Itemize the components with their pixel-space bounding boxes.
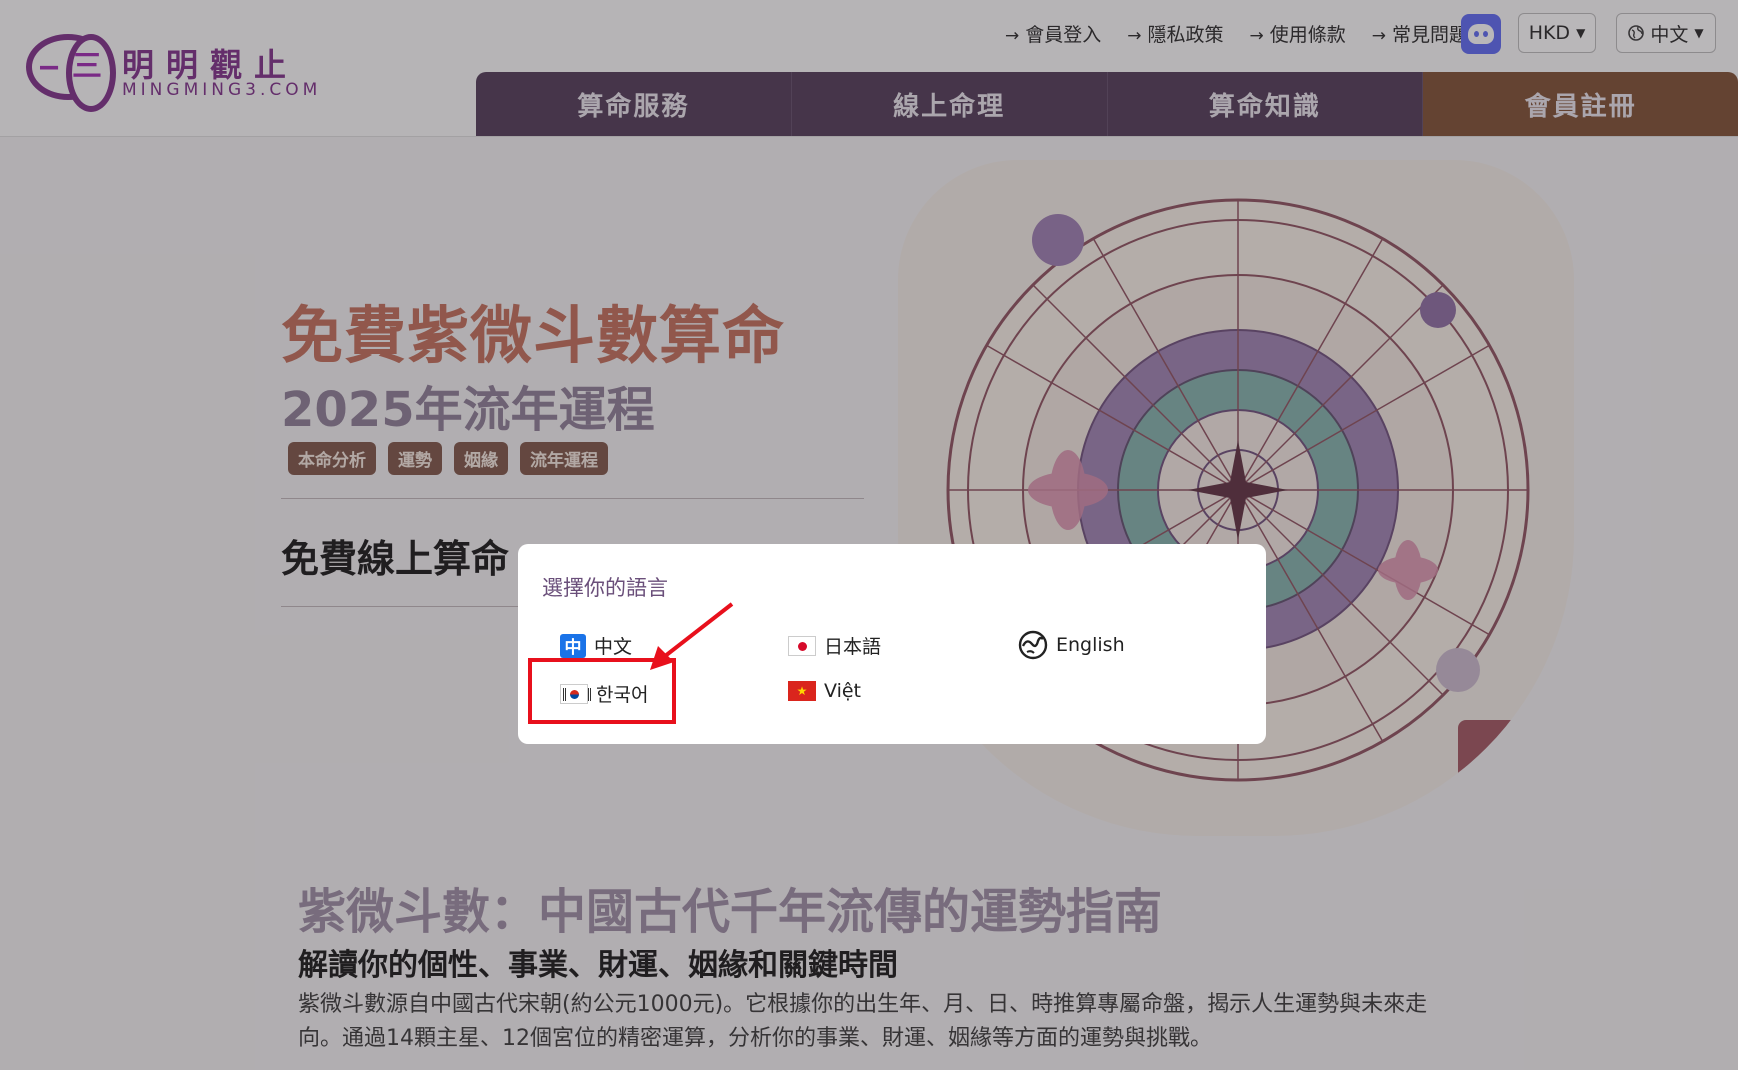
japan-flag-icon [788,635,816,656]
language-option-japanese[interactable]: 日本語 [788,632,881,659]
language-option-label: Việt [824,680,861,702]
language-option-vietnamese[interactable]: ★ Việt [788,680,861,702]
language-option-label: 日本語 [824,636,882,658]
annotation-arrow-icon [650,602,734,670]
language-option-chinese[interactable]: 中 中文 [560,632,632,659]
zh-flag-icon: 中 [560,633,586,658]
globe-icon [1018,630,1048,660]
language-option-english[interactable]: English [1018,630,1125,660]
language-option-label: English [1056,634,1125,656]
modal-backdrop[interactable] [0,0,1738,1070]
language-option-label: 中文 [594,636,633,658]
vietnam-flag-icon: ★ [788,681,816,701]
